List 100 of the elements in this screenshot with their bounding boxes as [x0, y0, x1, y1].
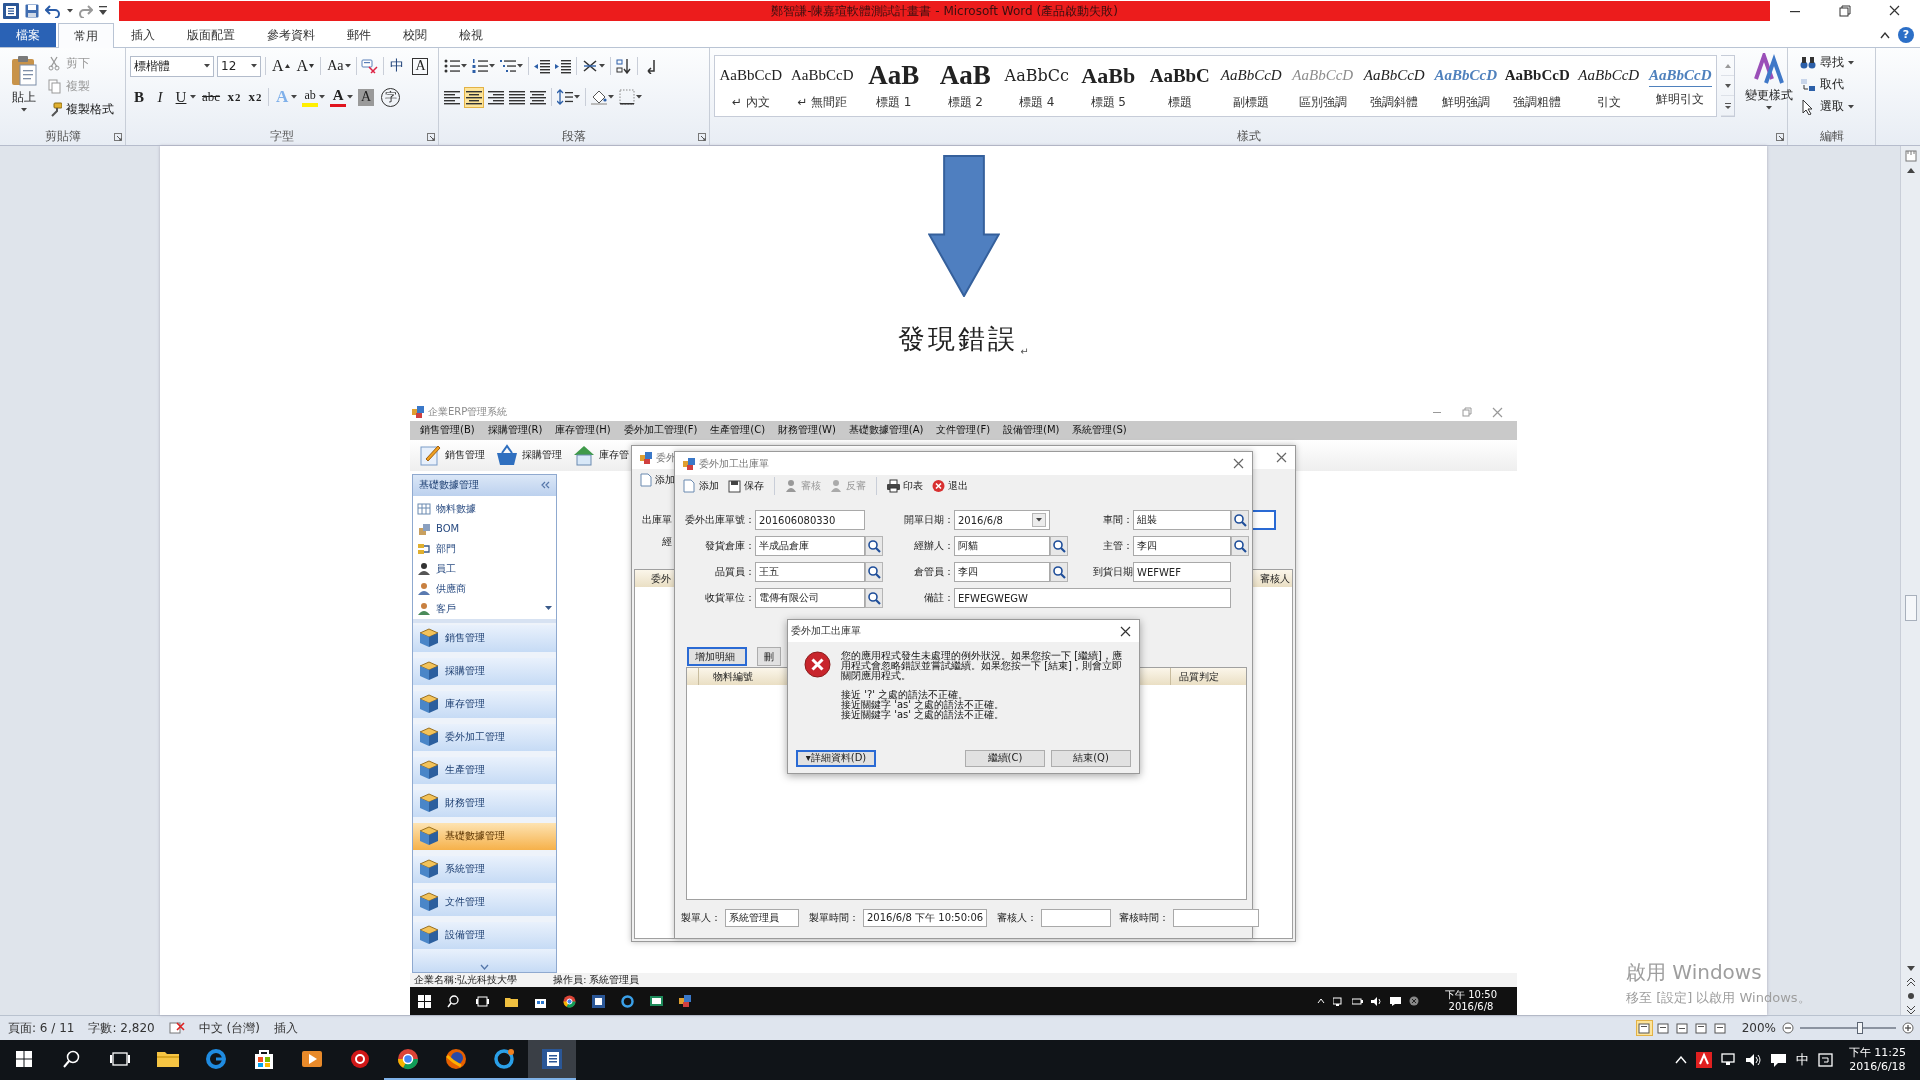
input-field[interactable]: 李四 — [1133, 536, 1231, 557]
toolbar-button[interactable]: 銷售管理 — [418, 443, 489, 468]
save-icon[interactable] — [25, 4, 39, 18]
caret-icon[interactable] — [190, 95, 196, 99]
toolbar-button[interactable]: 採購管理 — [495, 443, 566, 468]
input-field[interactable] — [1251, 510, 1276, 531]
module-button[interactable]: 生產管理 — [413, 756, 556, 784]
style-item[interactable]: AaBbCcD 強調斜體 — [1358, 56, 1430, 116]
input-field[interactable]: 半成品倉庫 — [755, 536, 865, 557]
module-button[interactable]: 系統管理 — [413, 855, 556, 883]
task-view-icon[interactable] — [110, 1051, 130, 1067]
module-button[interactable]: 設備管理 — [413, 921, 556, 949]
module-button[interactable]: 基礎數據管理 — [413, 822, 556, 850]
menu-item[interactable]: 設備管理(M) — [1003, 423, 1060, 438]
battery-icon[interactable] — [1352, 996, 1363, 1006]
dialog-launcher-icon[interactable] — [427, 132, 435, 141]
clipboard-button[interactable]: 複製格式 — [48, 100, 114, 119]
search-button[interactable] — [1231, 510, 1249, 531]
page-count[interactable]: 頁面: 6 / 11 — [8, 1019, 75, 1037]
draft-button[interactable] — [1712, 1021, 1728, 1035]
module-button[interactable]: 銷售管理 — [413, 624, 556, 652]
style-item[interactable]: AaBbCcD 鮮明引文 — [1644, 56, 1716, 116]
dialog-launcher-icon[interactable] — [114, 132, 122, 141]
dialog-launcher-icon[interactable] — [1776, 132, 1784, 141]
style-item[interactable]: AaBbCcD 引文 — [1573, 56, 1645, 116]
input-field[interactable]: 電傳有限公司 — [755, 588, 865, 609]
font-color-button[interactable]: A — [330, 87, 347, 107]
restore-icon[interactable] — [1839, 5, 1851, 17]
caret-icon[interactable] — [636, 95, 642, 99]
keyboard-icon[interactable] — [1817, 1053, 1834, 1067]
help-button[interactable]: ? — [1898, 26, 1914, 43]
input-field[interactable]: 系統管理員 — [725, 909, 799, 928]
undo-icon[interactable] — [45, 4, 61, 18]
change-case-button[interactable]: Aa — [326, 55, 345, 77]
scroll-up-icon[interactable] — [1905, 166, 1916, 174]
print-layout-button[interactable] — [1636, 1021, 1652, 1035]
nav-item[interactable]: 供應商 — [417, 578, 552, 599]
proofing-icon[interactable] — [168, 1021, 185, 1035]
date-field[interactable]: 2016/6/8 — [954, 510, 1050, 531]
caret-icon[interactable] — [67, 9, 73, 13]
input-field[interactable]: 阿貓 — [954, 536, 1050, 557]
paint-bucket-icon[interactable] — [591, 89, 607, 105]
input-field[interactable]: 李四 — [954, 562, 1050, 583]
clock[interactable]: 下午 11:25 2016/6/18 — [1842, 1046, 1912, 1074]
underline-button[interactable]: U — [173, 86, 189, 108]
menu-item[interactable]: 銷售管理(B) — [420, 423, 475, 438]
menu-item[interactable]: 委外加工管理(F) — [623, 423, 698, 438]
speaker-icon[interactable] — [1371, 996, 1382, 1006]
shrink-font-button[interactable]: A — [295, 55, 316, 77]
double-chevron-icon[interactable] — [541, 481, 550, 490]
close-icon[interactable] — [1889, 5, 1901, 17]
bold-button[interactable]: B — [131, 86, 147, 108]
reading-layout-button[interactable] — [1655, 1021, 1671, 1035]
form-button[interactable]: 刪 — [757, 647, 781, 667]
phonetic-guide-button[interactable]: 中 — [389, 55, 406, 77]
ribbon-tab[interactable]: 檢視 — [444, 23, 498, 47]
font-name-field[interactable]: 標楷體 — [130, 55, 214, 77]
task-view-icon[interactable] — [476, 994, 489, 1008]
speaker-icon[interactable] — [1745, 1053, 1762, 1067]
close-icon[interactable] — [1120, 625, 1131, 637]
caret-icon[interactable] — [251, 64, 257, 68]
bullet-list-icon[interactable] — [444, 58, 460, 74]
style-item[interactable]: AaBbCcD ↵ 內文 — [715, 56, 787, 116]
highlight-button[interactable]: ab — [302, 87, 319, 107]
insert-mode-indicator[interactable]: 插入 — [273, 1019, 298, 1037]
ribbon-tab[interactable]: 郵件 — [332, 23, 386, 47]
menu-item[interactable]: 基礎數據管理(A) — [848, 423, 924, 438]
search-icon[interactable] — [447, 994, 460, 1008]
style-item[interactable]: AaB 標題 2 — [929, 56, 1001, 116]
menu-item[interactable]: 生產管理(C) — [710, 423, 766, 438]
caret-up-icon[interactable] — [1880, 30, 1890, 39]
module-button[interactable]: 文件管理 — [413, 888, 556, 916]
scroll-down-icon[interactable] — [1905, 965, 1916, 973]
segmented-circle-icon[interactable] — [563, 994, 576, 1008]
multilevel-list-icon[interactable] — [500, 58, 516, 74]
dialog-launcher-icon[interactable] — [698, 132, 706, 141]
input-field[interactable]: 組裝 — [1133, 510, 1231, 531]
language-indicator[interactable]: 中文 (台灣) — [198, 1019, 260, 1037]
module-button[interactable]: 採購管理 — [413, 657, 556, 685]
numbered-list-icon[interactable] — [472, 58, 488, 74]
ribbon-tab[interactable]: 校閱 — [388, 23, 442, 47]
caret-down-icon[interactable] — [1036, 518, 1042, 523]
ribbon-tab[interactable]: 插入 — [116, 23, 170, 47]
editing-button[interactable]: 取代 — [1800, 75, 1854, 94]
dialog-button[interactable]: 繼續(C) — [965, 749, 1045, 767]
character-border-button[interactable]: A — [412, 57, 429, 75]
input-field[interactable]: 王五 — [755, 562, 865, 583]
message-icon[interactable] — [1390, 996, 1401, 1006]
clear-format-icon[interactable] — [361, 58, 380, 74]
input-field[interactable]: 201606080330 — [755, 510, 865, 531]
grow-font-button[interactable]: A — [271, 55, 291, 77]
strikethrough-button[interactable]: abc — [201, 86, 222, 108]
web-layout-button[interactable] — [1674, 1021, 1690, 1035]
nav-item[interactable]: 客戶 — [417, 598, 456, 619]
paste-button[interactable]: 貼上 — [4, 53, 44, 128]
start-icon[interactable] — [418, 994, 431, 1008]
module-button[interactable]: 財務管理 — [413, 789, 556, 817]
nav-item[interactable]: 物料數據 — [417, 498, 552, 519]
style-item[interactable]: AaBbC 標題 — [1144, 56, 1216, 116]
toolbar-button[interactable]: 添加 — [640, 473, 675, 488]
